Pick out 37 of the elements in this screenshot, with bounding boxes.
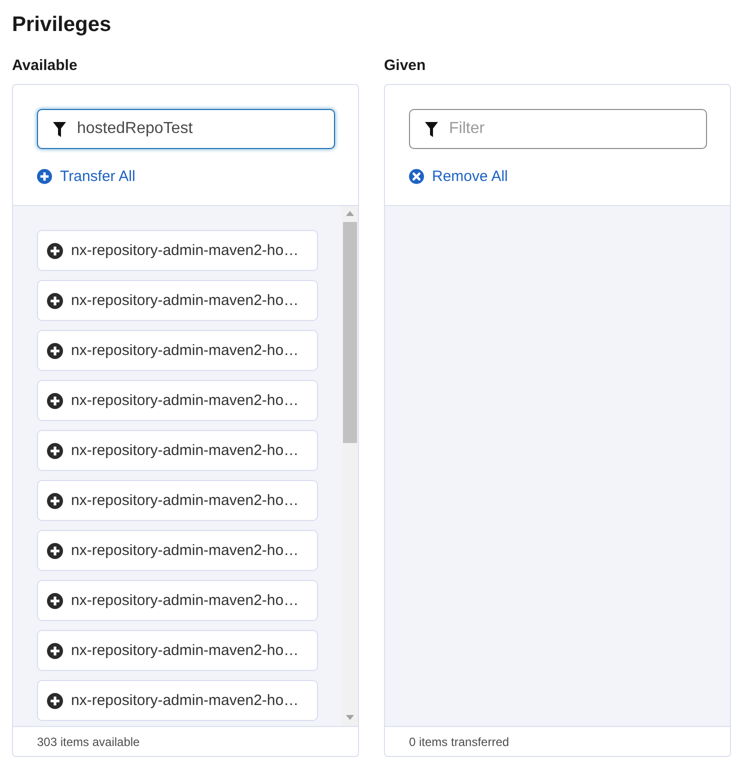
scrollbar-thumb[interactable] — [343, 222, 357, 443]
plus-circle-icon — [47, 692, 63, 708]
plus-circle-icon — [37, 169, 52, 184]
privilege-item[interactable]: nx-repository-admin-maven2-ho… — [37, 280, 318, 321]
page-title: Privileges — [12, 13, 112, 37]
privilege-item[interactable]: nx-repository-admin-maven2-ho… — [37, 630, 318, 671]
panel-heading: Available — [12, 57, 78, 75]
filter-icon — [53, 122, 66, 137]
plus-circle-icon — [47, 492, 63, 508]
plus-circle-icon — [47, 442, 63, 458]
filter-field[interactable]: Filter — [409, 109, 707, 149]
item-count: 0 items transferred — [409, 734, 510, 748]
scroll-up-arrow-icon[interactable] — [346, 211, 354, 216]
scrollbar-track[interactable] — [342, 206, 358, 726]
privilege-item[interactable]: nx-repository-admin-maven2-ho… — [37, 580, 318, 621]
plus-circle-icon — [47, 642, 63, 658]
privilege-item[interactable]: nx-repository-admin-maven2-ho… — [37, 480, 318, 521]
plus-circle-icon — [47, 292, 63, 308]
plus-circle-icon — [47, 592, 63, 608]
panel-heading: Given — [384, 57, 427, 75]
privilege-item[interactable]: nx-repository-admin-maven2-ho… — [37, 680, 318, 721]
privilege-item[interactable]: nx-repository-admin-maven2-ho… — [37, 380, 318, 421]
privilege-item[interactable]: nx-repository-admin-maven2-ho… — [37, 530, 318, 571]
filter-field[interactable]: hostedRepoTest — [37, 109, 335, 149]
scroll-down-arrow-icon[interactable] — [346, 715, 354, 720]
privilege-item[interactable]: nx-repository-admin-maven2-ho… — [37, 330, 318, 371]
filter-icon — [425, 122, 438, 137]
close-circle-icon — [409, 169, 424, 184]
plus-circle-icon — [47, 392, 63, 408]
plus-circle-icon — [47, 542, 63, 558]
privilege-item[interactable]: nx-repository-admin-maven2-ho… — [37, 430, 318, 471]
transfer-all-link[interactable]: Transfer All — [37, 168, 136, 185]
plus-circle-icon — [47, 242, 63, 258]
remove-all-link[interactable]: Remove All — [409, 168, 508, 185]
privilege-item[interactable]: nx-repository-admin-maven2-ho… — [37, 230, 318, 271]
plus-circle-icon — [47, 342, 63, 358]
item-count: 303 items available — [37, 734, 140, 748]
